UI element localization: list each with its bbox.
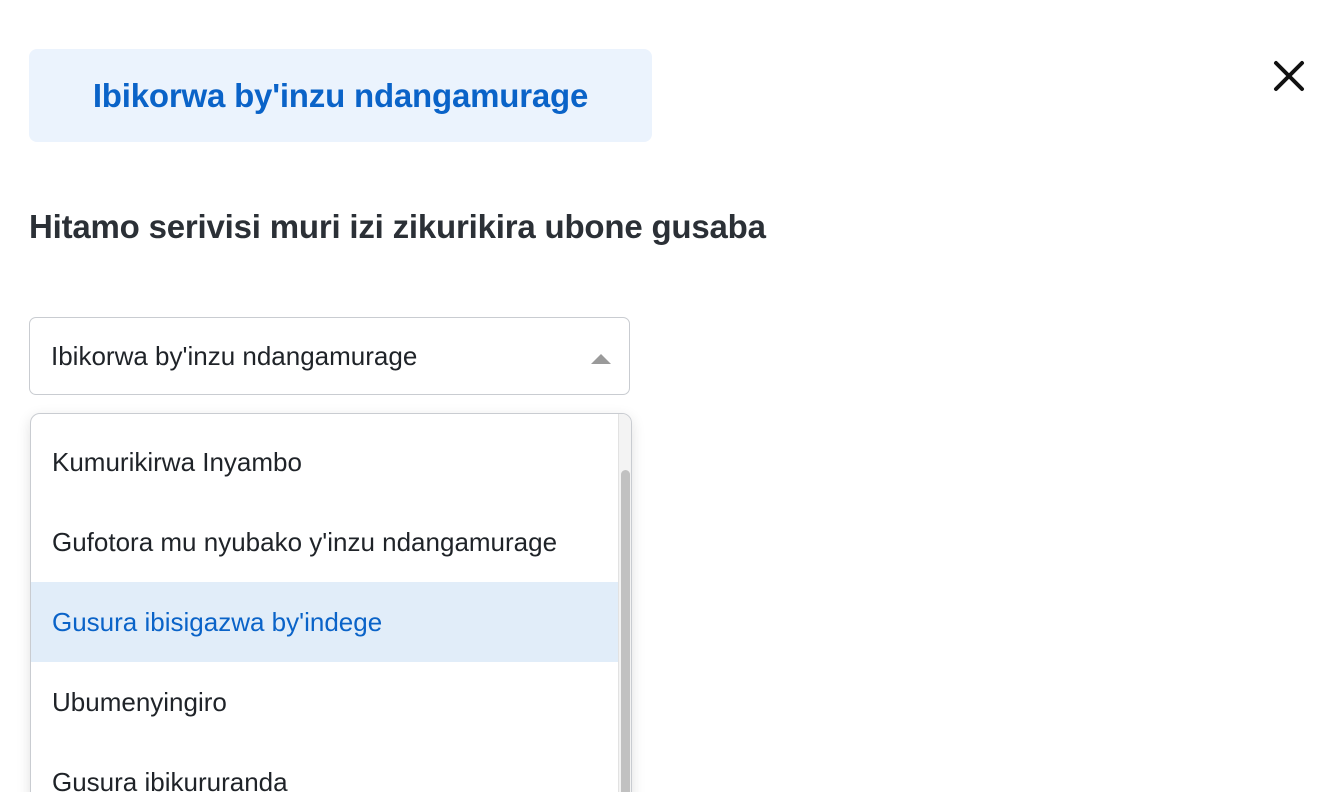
dropdown-scrollbar[interactable]: [618, 414, 631, 792]
dropdown-option-active[interactable]: Gusura ibisigazwa by'indege: [31, 582, 619, 662]
close-button[interactable]: [1266, 53, 1312, 99]
service-request-modal: Ibikorwa by'inzu ndangamurage Hitamo ser…: [0, 0, 1342, 792]
page-title: Ibikorwa by'inzu ndangamurage: [92, 76, 589, 114]
dropdown-option-label: Gusura ibisigazwa by'indege: [52, 607, 383, 637]
page-title-chip: Ibikorwa by'inzu ndangamurage: [29, 49, 652, 142]
service-select-value: Ibikorwa by'inzu ndangamurage: [51, 341, 418, 371]
dropdown-option-label: Ubumenyingiro: [52, 687, 227, 717]
dropdown-option[interactable]: Kumurikirwa Inyambo: [31, 422, 619, 502]
dropdown-option-label: Gufotora mu nyubako y'inzu ndangamurage: [52, 527, 558, 557]
service-select[interactable]: Ibikorwa by'inzu ndangamurage: [29, 317, 630, 395]
dropdown-option[interactable]: Gusura ibikururanda: [31, 742, 619, 792]
dropdown-option-label: Kumurikirwa Inyambo: [52, 447, 302, 477]
dropdown-scrollbar-thumb[interactable]: [621, 470, 630, 792]
dropdown-option[interactable]: Ubumenyingiro: [31, 662, 619, 742]
dropdown-option-label: Gusura ibikururanda: [52, 767, 288, 792]
service-prompt-heading: Hitamo serivisi muri izi zikurikira ubon…: [29, 208, 766, 245]
close-icon: [1274, 61, 1304, 91]
dropdown-option[interactable]: Gufotora mu nyubako y'inzu ndangamurage: [31, 502, 619, 582]
chevron-up-icon: [591, 354, 611, 364]
service-dropdown-list: Kumurikirwa Inyambo Gufotora mu nyubako …: [30, 413, 632, 792]
